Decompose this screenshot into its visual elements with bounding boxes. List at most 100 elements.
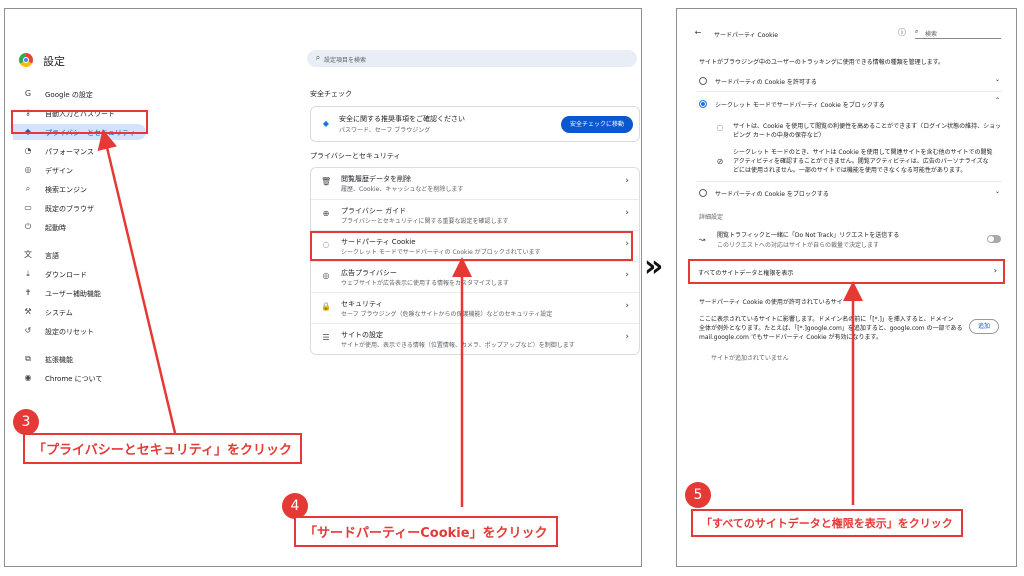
page-title: サードパーティ Cookie [714,32,778,39]
row-title: セキュリティ [341,300,383,308]
chevron-right-icon: › [625,176,629,186]
sidebar-item-label: 既定のブラウザ [45,205,94,213]
step-5-badge: 5 [685,482,711,508]
search-icon: ⌕ [915,28,919,35]
dnt-label: 閲覧トラフィックと一緒に「Do Not Track」リクエストを送信する [717,232,900,239]
gauge-icon: ◔ [24,146,32,155]
browser-icon: ▭ [24,203,32,212]
row-description: セーフ ブラウジング（危険なサイトからの保護機能）などのセキュリティ設定 [341,311,553,318]
sliders-icon: ☰ [322,333,330,342]
wrench-icon: ⚒ [24,307,32,316]
allowed-desc-2: 全体が例外となります。たとえば、「[*.]google.com」を追加すると、g… [699,325,963,332]
sidebar-item-extension[interactable]: ⧉ 拡張機能 [5,351,145,367]
add-button[interactable]: 追加 [969,319,999,334]
dnt-desc: このリクエストへの対応はサイトが自らの裁量で決定します [717,242,880,249]
allowed-desc-3: mail.google.com でもサードパーティ Cookie が有効になりま… [699,334,882,341]
sidebar-item-label: システム [45,309,73,317]
row-title: サイトの設定 [341,331,383,339]
search-placeholder: 設定項目を検索 [324,57,367,64]
radio-allow[interactable]: サードパーティの Cookie を許可する ⌄ [697,70,1002,92]
page-title: 設定 [43,55,65,68]
privacy-heading: プライバシーとセキュリティ [310,152,401,160]
radio-button[interactable] [699,77,707,85]
highlight-privacy-nav [11,110,148,134]
sidebar-item-label: Chrome について [45,375,103,383]
sidebar-item-label: パフォーマンス [45,148,94,156]
sidebar-item-translate[interactable]: 文 言語 [5,247,145,263]
all-sites-label: すべてのサイトデータと権限を表示 [698,270,794,277]
privacy-row-lock[interactable]: 🔒 セキュリティ セーフ ブラウジング（危険なサイトからの保護機能）などのセキュリテ… [311,292,639,321]
allowed-desc-1: ここに表示されているサイトに影響します。ドメイン名の前に「[*.]」を挿入すると… [699,316,954,323]
chrome-icon: ◉ [24,373,32,382]
privacy-row-trash[interactable]: 🗑 閲覧履歴データを削除履歴、Cookie、キャッシュなどを削除します › [311,168,639,197]
sidebar-item-download[interactable]: ⤓ ダウンロード [5,266,145,282]
safety-check-button[interactable]: 安全チェックに移動 [561,116,633,133]
sidebar-item-chrome[interactable]: ◉ Chrome について [5,370,145,386]
palette-icon: ◎ [24,165,32,174]
ad-icon: ◎ [322,271,330,280]
step-3-callout: 「プライバシーとセキュリティ」をクリック [23,433,302,464]
bullet-2-line-a: シークレット モードのとき、サイトは Cookie を使用して関連サイトを含む他… [733,149,993,156]
next-arrow-icon: » [644,249,664,284]
settings-window-left: 設定 G Google の設定 ⚷ 自動入力とパスワード ◆ プライバシーとセキュリティ ◔… [4,8,642,567]
sidebar-item-label: 起動時 [45,224,66,232]
bullet-2-line-b: アクティビティを確認することができません。閲覧アクティビティは、広告のパーソナラ… [733,158,989,165]
step-4-callout: 「サードパーティーCookie」をクリック [294,516,558,547]
chevron-right-icon: › [625,270,629,280]
chevron-down-icon[interactable]: ⌄ [995,188,1000,195]
row-description: プライバシーとセキュリティに関する重要な設定を確認します [341,218,509,225]
step-3-badge: 3 [13,409,39,435]
highlight-cookie-row [310,231,633,261]
row-title: プライバシー ガイド [341,207,407,215]
radio-block-all[interactable]: サードパーティの Cookie をブロックする ⌄ [697,181,1002,203]
power-icon: ⏻ [24,222,32,231]
sidebar-item-wrench[interactable]: ⚒ システム [5,304,145,320]
row-description: 履歴、Cookie、キャッシュなどを削除します [341,186,464,193]
sidebar-item-browser[interactable]: ▭ 既定のブラウザ [5,200,145,216]
sidebar-item-reset[interactable]: ↺ 設定のリセット [5,323,145,339]
radio-button[interactable] [699,189,707,197]
row-description: ウェブサイトが広告表示に使用する情報をカスタマイズします [341,280,509,287]
search-input[interactable]: ⌕ 設定項目を検索 [307,50,637,67]
search-input[interactable]: ⌕ 検索 [915,28,1001,39]
settings-window-right: ← サードパーティ Cookie ⓘ ⌕ 検索 サイトがブラウジング中のユーザー… [676,8,1017,567]
sidebar-item-gauge[interactable]: ◔ パフォーマンス [5,143,145,159]
chrome-logo-icon [19,53,33,67]
privacy-row-ad[interactable]: ◎ 広告プライバシー ウェブサイトが広告表示に使用する情報をカスタマイズします › [311,261,639,290]
sidebar-item-label: 設定のリセット [45,328,94,336]
radio-label: シークレット モードでサードパーティ Cookie をブロックする [715,102,885,109]
allowed-heading: サードパーティ Cookie の使用が許可されているサイ [699,299,843,306]
google-icon: G [24,89,32,98]
block-icon: ⊘ [716,157,724,166]
no-sites-text: サイトが追加されていません [711,355,789,362]
chevron-right-icon: › [993,266,997,275]
back-arrow-icon[interactable]: ← [693,28,703,38]
sidebar-item-label: デザイン [45,167,73,175]
radio-block-incognito[interactable]: シークレット モードでサードパーティ Cookie をブロックする ⌃ [697,93,1002,115]
chevron-right-icon: › [625,208,629,218]
accessibility-icon: ✝ [24,288,32,297]
intro-text: サイトがブラウジング中のユーザーのトラッキングに使用できる情報の種類を管理します… [699,59,944,66]
row-title: 閲覧履歴データを削除 [341,175,411,183]
extension-icon: ⧉ [25,354,31,363]
sidebar-item-power[interactable]: ⏻ 起動時 [5,219,145,235]
translate-icon: 文 [24,250,32,259]
dnt-toggle[interactable] [987,235,1001,243]
download-icon: ⤓ [26,269,30,278]
search-placeholder: 検索 [925,31,938,38]
radio-button-selected[interactable] [699,100,707,108]
sidebar-item-palette[interactable]: ◎ デザイン [5,162,145,178]
help-icon[interactable]: ⓘ [897,28,907,38]
sidebar-item-google[interactable]: G Google の設定 [5,86,145,102]
sidebar-item-search[interactable]: ⌕ 検索エンジン [5,181,145,197]
radio-label: サードパーティの Cookie を許可する [715,79,817,86]
chevron-down-icon[interactable]: ⌄ [995,76,1000,83]
safety-heading: 安全チェック [310,90,352,98]
privacy-row-sliders[interactable]: ☰ サイトの設定 サイトが使用、表示できる情報（位置情報、カメラ、ポップアップなど）… [311,323,639,352]
all-sites-row[interactable]: すべてのサイトデータと権限を表示 › [688,259,1005,284]
trash-icon: 🗑 [321,177,332,186]
privacy-row-guide[interactable]: ⊕ プライバシー ガイド プライバシーとセキュリティに関する重要な設定を確認します › [311,199,639,228]
step-5-callout: 「すべてのサイトデータと権限を表示」をクリック [691,509,963,537]
chevron-up-icon[interactable]: ⌃ [995,97,1000,104]
sidebar-item-accessibility[interactable]: ✝ ユーザー補助機能 [5,285,145,301]
